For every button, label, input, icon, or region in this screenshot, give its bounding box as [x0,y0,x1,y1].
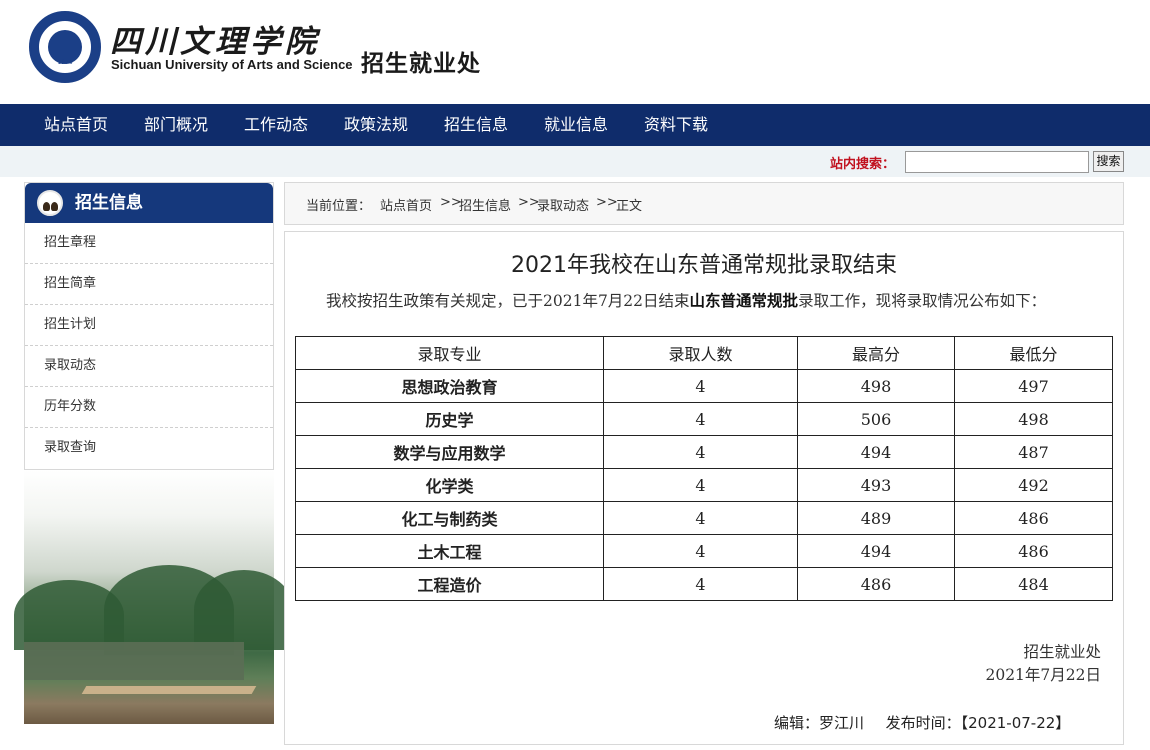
nav-item-downloads[interactable]: 资料下载 [644,104,708,146]
sidebar-item-admission-charter[interactable]: 招生章程 [25,223,273,264]
article-title: 2021年我校在山东普通常规批录取结束 [511,253,897,278]
search-label: 站内搜索： [830,157,896,172]
cell-count: 4 [603,534,798,568]
nav-item-work-news[interactable]: 工作动态 [244,104,308,146]
cell-min-score: 487 [954,435,1113,469]
cell-major: 化学类 [295,468,604,502]
cell-count: 4 [603,567,798,601]
table-row: 数学与应用数学 4 494 487 [295,435,1113,469]
cell-max-score: 486 [797,567,955,601]
school-name-en: Sichuan University of Arts and Science [111,57,353,72]
editor-label: 编辑： [774,714,820,732]
nav-item-home[interactable]: 站点首页 [44,104,108,146]
sidebar-item-admission-news[interactable]: 录取动态 [25,346,273,387]
publish-date: 【2021-07-22】 [960,714,1071,732]
cell-count: 4 [603,468,798,502]
publish-label: 发布时间： [885,714,961,732]
nav-item-department-overview[interactable]: 部门概况 [144,104,208,146]
admission-score-table: 录取专业 录取人数 最高分 最低分 思想政治教育 4 498 497 历史学 4… [295,336,1113,601]
cell-max-score: 494 [797,534,955,568]
table-row: 化学类 4 493 492 [295,468,1113,502]
cell-max-score: 489 [797,501,955,535]
search-bar: 站内搜索： 搜索 [0,146,1150,177]
cell-max-score: 493 [797,468,955,502]
breadcrumb-admission-news[interactable]: 录取动态 [537,195,589,214]
sidebar: 招生信息 招生章程 招生简章 招生计划 录取动态 历年分数 录取查询 [24,182,274,470]
cell-major: 土木工程 [295,534,604,568]
cell-min-score: 497 [954,369,1113,403]
cell-min-score: 486 [954,501,1113,535]
cell-min-score: 498 [954,402,1113,436]
breadcrumb-home[interactable]: 站点首页 [380,195,432,214]
nav-item-admission-info[interactable]: 招生信息 [444,104,508,146]
breadcrumb-admission-info[interactable]: 招生信息 [459,195,511,214]
cell-min-score: 486 [954,534,1113,568]
article-meta: 编辑：罗江川 发布时间：【2021-07-22】 [774,712,1070,733]
campus-landscape-image [14,470,294,724]
university-seal-logo[interactable]: 1976 [29,11,101,83]
department-name: 招生就业处 [361,51,481,77]
table-row: 思想政治教育 4 498 497 [295,369,1113,403]
students-icon [37,190,63,216]
nav-item-employment-info[interactable]: 就业信息 [544,104,608,146]
sidebar-item-admission-brochure[interactable]: 招生简章 [25,264,273,305]
cell-count: 4 [603,402,798,436]
table-row: 历史学 4 506 498 [295,402,1113,436]
search-button[interactable]: 搜索 [1093,151,1124,172]
cell-count: 4 [603,369,798,403]
header-count: 录取人数 [603,336,798,370]
header-major: 录取专业 [295,336,604,370]
cell-major: 工程造价 [295,567,604,601]
school-name-cn: 四川文理学院 [110,24,320,60]
cell-major: 思想政治教育 [295,369,604,403]
cell-max-score: 506 [797,402,955,436]
sidebar-header: 招生信息 [25,183,273,223]
cell-max-score: 494 [797,435,955,469]
signature-date: 2021年7月22日 [985,666,1101,684]
breadcrumb-separator: >> [596,195,618,210]
table-row: 工程造价 4 486 484 [295,567,1113,601]
breadcrumb: 当前位置： 站点首页 >> 招生信息 >> 录取动态 >> 正文 [284,182,1124,225]
cell-count: 4 [603,435,798,469]
article-content: 2021年我校在山东普通常规批录取结束 我校按招生政策有关规定，已于2021年7… [284,231,1124,745]
site-header: 1976 四川文理学院 Sichuan University of Arts a… [0,0,1150,104]
intro-bold-text: 山东普通常规批 [689,291,799,310]
header-max-score: 最高分 [797,336,955,370]
cell-min-score: 492 [954,468,1113,502]
cell-max-score: 498 [797,369,955,403]
nav-item-policies[interactable]: 政策法规 [344,104,408,146]
seal-year: 1976 [57,59,73,66]
cell-min-score: 484 [954,567,1113,601]
main-nav: 站点首页 部门概况 工作动态 政策法规 招生信息 就业信息 资料下载 [0,104,1150,146]
breadcrumb-label: 当前位置： [306,199,372,214]
sidebar-title: 招生信息 [75,193,143,213]
sidebar-item-admission-plan[interactable]: 招生计划 [25,305,273,346]
table-row: 化工与制药类 4 489 486 [295,501,1113,535]
cell-major: 化工与制药类 [295,501,604,535]
intro-text-end: 录取工作，现将录取情况公布如下： [798,292,1047,310]
sidebar-item-admission-query[interactable]: 录取查询 [25,428,273,469]
editor-name: 罗江川 [819,714,865,732]
cell-count: 4 [603,501,798,535]
table-row: 土木工程 4 494 486 [295,534,1113,568]
seal-ring: 1976 [37,19,93,75]
article-intro: 我校按招生政策有关规定，已于2021年7月22日结束山东普通常规批录取工作，现将… [295,290,1105,312]
breadcrumb-current: 正文 [616,199,643,214]
signature-department: 招生就业处 [1023,643,1101,661]
header-min-score: 最低分 [954,336,1113,370]
sidebar-item-past-scores[interactable]: 历年分数 [25,387,273,428]
intro-text: 我校按招生政策有关规定，已于2021年7月22日结束 [326,292,690,310]
search-input[interactable] [905,151,1089,173]
table-header-row: 录取专业 录取人数 最高分 最低分 [295,336,1113,370]
cell-major: 历史学 [295,402,604,436]
cell-major: 数学与应用数学 [295,435,604,469]
